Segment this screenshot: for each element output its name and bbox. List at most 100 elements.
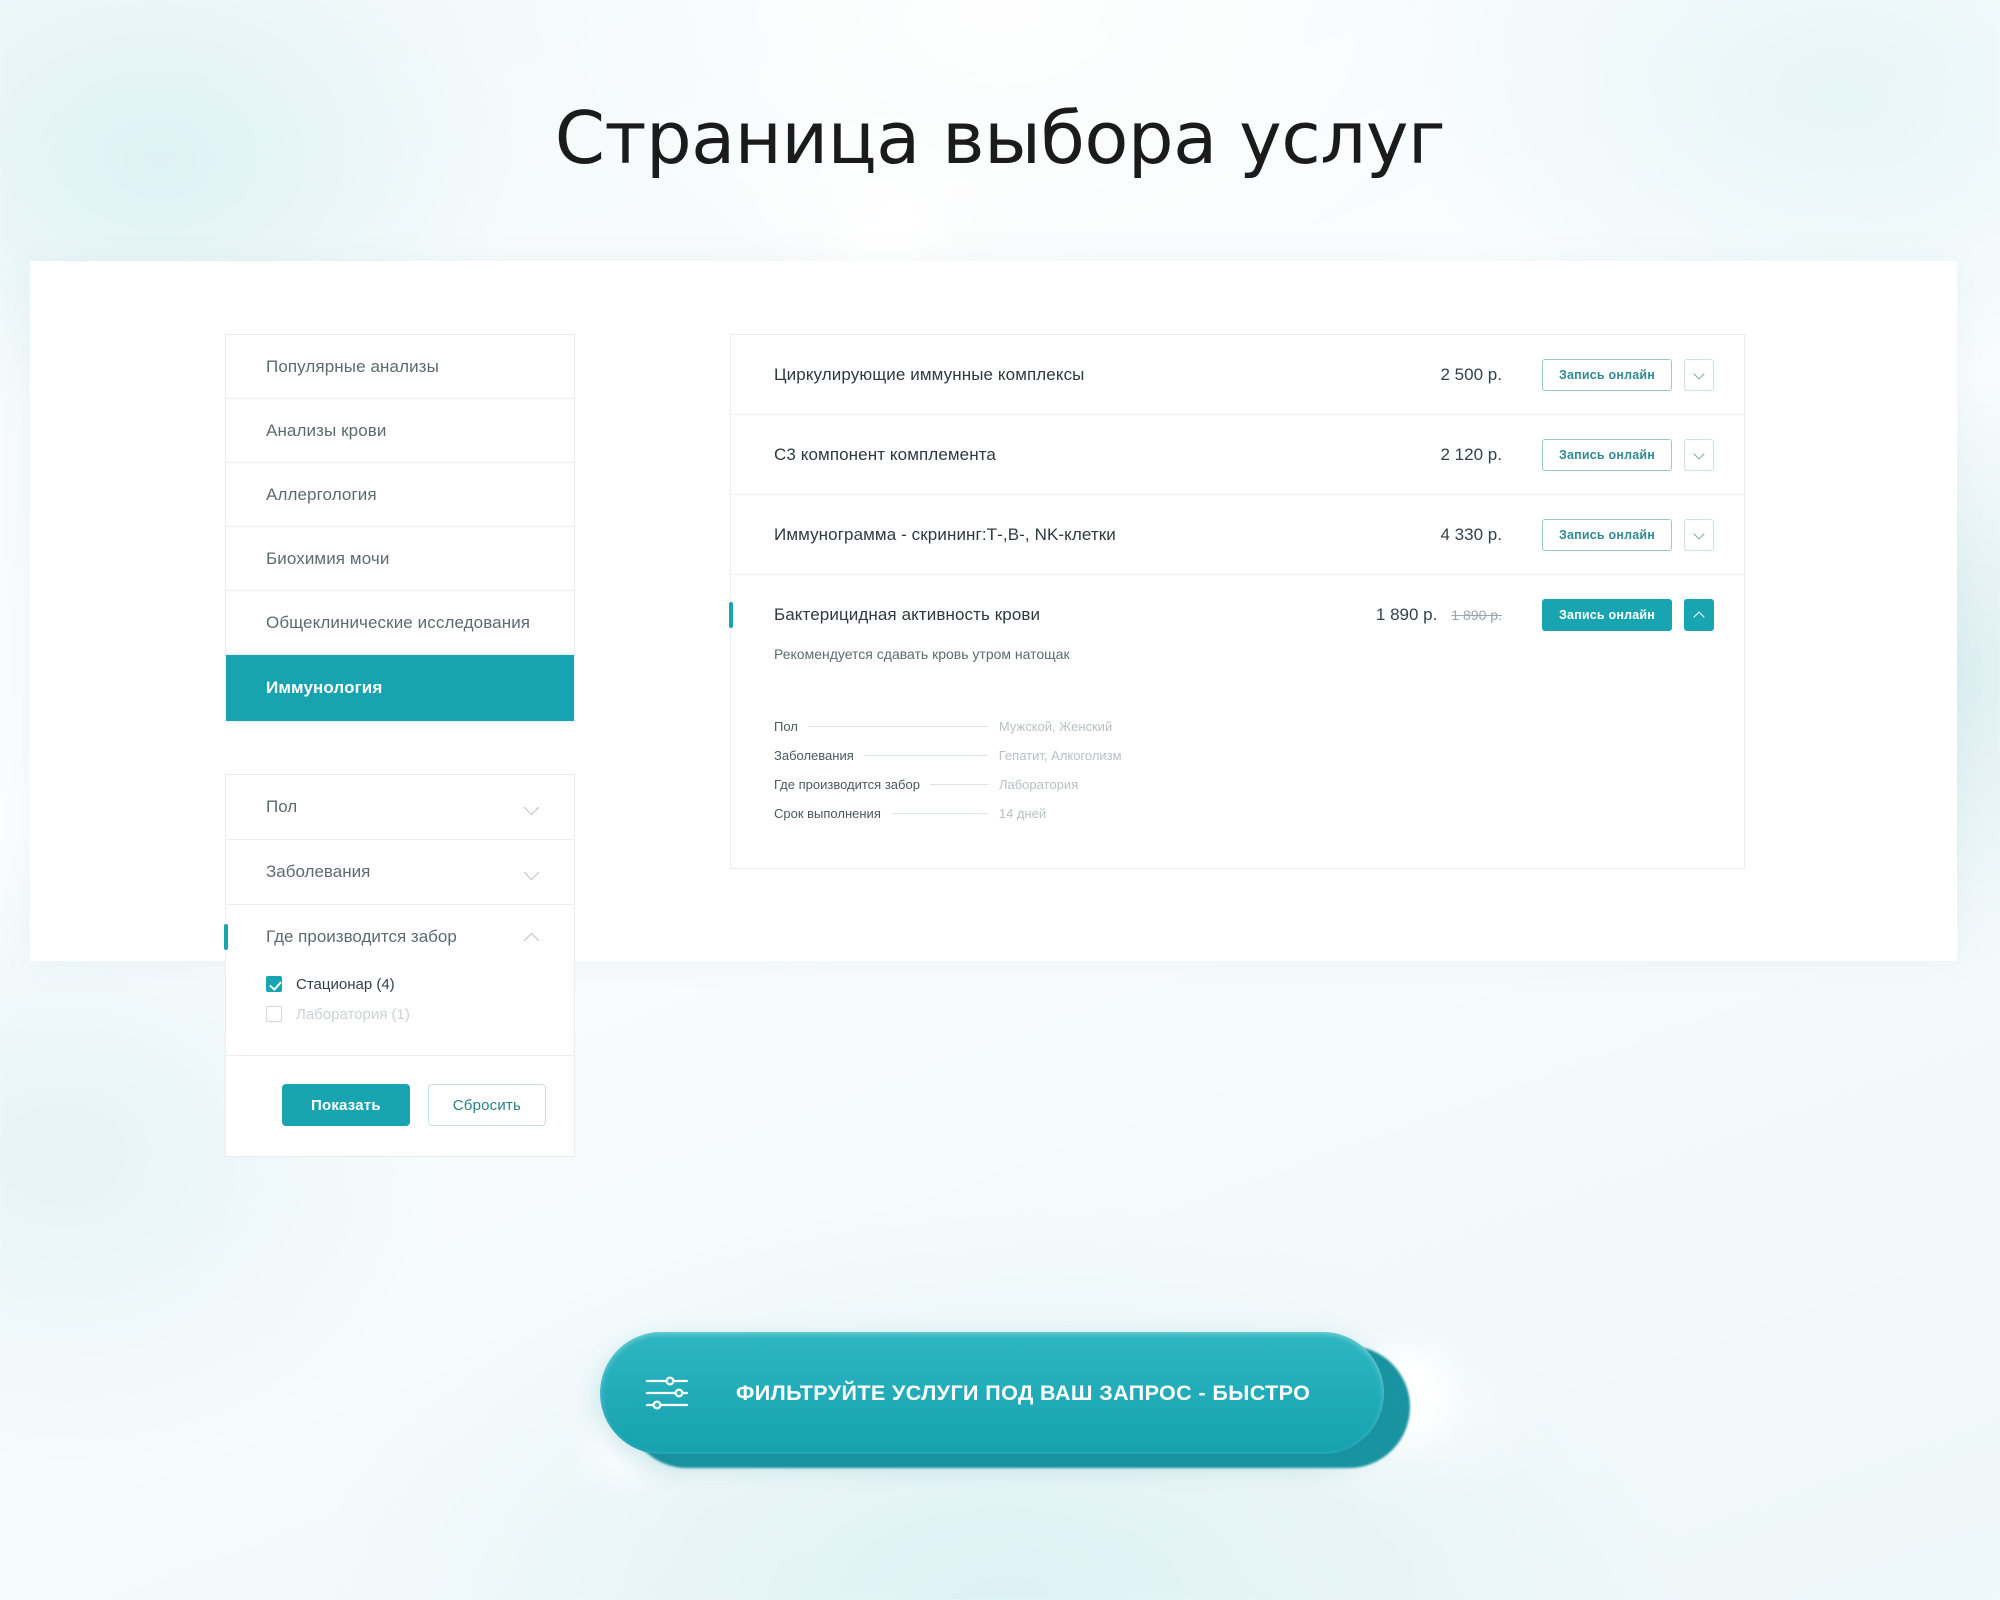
sidebar-item-4[interactable]: Биохимия мочи <box>226 527 574 591</box>
chevron-down-icon <box>1694 529 1705 540</box>
filter-option[interactable]: Стационар (4) <box>266 969 574 999</box>
service-price-group: 2 120 р. <box>1441 445 1502 465</box>
filter-group-1: Пол <box>226 775 574 840</box>
service-detail-row: Заболевания Гепатит, Алкоголизм <box>774 741 1701 770</box>
service-row-header: Бактерицидная активность крови 1 890 р. 1 … <box>731 575 1744 654</box>
book-online-button[interactable]: Запись онлайн <box>1541 518 1672 551</box>
service-note: Рекомендуется сдавать кровь утром натоща… <box>774 646 1070 662</box>
service-actions: Запись онлайн <box>1541 598 1714 631</box>
expand-service-button[interactable] <box>1684 438 1714 471</box>
filter-group-body: Стационар (4) Лаборатория (1) <box>226 969 574 1055</box>
filter-group-header[interactable]: Где производится забор <box>226 905 574 969</box>
expand-service-button[interactable] <box>1684 518 1714 551</box>
filter-group-header[interactable]: Пол <box>226 775 574 839</box>
service-row: C3 компонент комплемента 2 120 р. Запись о… <box>731 415 1744 495</box>
service-name: Бактерицидная активность крови <box>774 604 1041 624</box>
sliders-icon <box>644 1370 696 1416</box>
filter-panel: Пол Заболевания Где производится забор Стац… <box>224 774 575 1157</box>
service-row: Иммунограмма - скрининг:Т-,В-, NK-клетки… <box>731 495 1744 575</box>
service-price-old: 1 890 р. <box>1451 606 1502 623</box>
expand-service-button[interactable] <box>1684 358 1714 391</box>
chevron-down-icon <box>1694 369 1705 380</box>
sidebar-item-label: Общеклинические исследования <box>266 612 531 632</box>
service-detail-label: Заболевания <box>774 748 854 763</box>
service-details: Рекомендуется сдавать кровь утром натоща… <box>731 646 1744 868</box>
service-name: C3 компонент комплемента <box>774 444 996 464</box>
filter-group-header[interactable]: Заболевания <box>226 840 574 904</box>
book-online-button[interactable]: Запись онлайн <box>1541 358 1672 391</box>
sidebar-item-label: Аллергология <box>266 484 377 504</box>
filter-group-label: Пол <box>266 797 298 816</box>
banner-text: ФИЛЬТРУЙТЕ УСЛУГИ ПОД ВАШ ЗАПРОС - БЫСТР… <box>736 1380 1311 1405</box>
service-row-header: Циркулирующие иммунные комплексы 2 500 р.… <box>731 335 1744 414</box>
service-detail-leader <box>929 784 989 785</box>
service-price: 4 330 р. <box>1440 524 1502 544</box>
filter-actions: Показать Сбросить <box>226 1056 574 1156</box>
filter-promo-banner[interactable]: ФИЛЬТРУЙТЕ УСЛУГИ ПОД ВАШ ЗАПРОС - БЫСТР… <box>600 1332 1384 1454</box>
category-list: Популярные анализы Анализы крови Аллерголо… <box>225 334 575 722</box>
service-list: Циркулирующие иммунные комплексы 2 500 р.… <box>729 334 1745 869</box>
apply-filters-button[interactable]: Показать <box>282 1084 410 1126</box>
sidebar-item-3[interactable]: Аллергология <box>226 463 574 527</box>
service-price: 1 890 р. <box>1375 604 1438 624</box>
service-detail-label: Где производится забор <box>774 777 920 792</box>
page-title: Страница выбора услуг <box>554 96 1446 180</box>
service-detail-leader <box>890 813 989 814</box>
service-detail-value: Гепатит, Алкоголизм <box>998 748 1122 763</box>
sidebar-item-label: Популярные анализы <box>266 356 439 376</box>
service-actions: Запись онлайн <box>1541 518 1714 551</box>
sidebar-item-1[interactable]: Популярные анализы <box>226 335 574 399</box>
sidebar-item-5[interactable]: Общеклинические исследования <box>226 591 574 655</box>
service-detail-label: Срок выполнения <box>774 806 881 821</box>
service-detail-value: 14 дней <box>998 806 1047 821</box>
left-column: Популярные анализы Анализы крови Аллерголо… <box>224 334 575 1157</box>
sidebar-item-label: Биохимия мочи <box>266 548 390 568</box>
chevron-up-icon <box>1694 609 1705 620</box>
chevron-up-icon[interactable] <box>524 929 540 945</box>
sidebar-item-label: Иммунология <box>266 678 383 697</box>
book-online-button[interactable]: Запись онлайн <box>1541 598 1672 631</box>
service-row: Бактерицидная активность крови 1 890 р. 1 … <box>729 575 1744 868</box>
service-name: Иммунограмма - скрининг:Т-,В-, NK-клетки <box>774 524 1116 544</box>
filter-option-label: Лаборатория (1) <box>296 1005 410 1023</box>
sidebar-item-2[interactable]: Анализы крови <box>226 399 574 463</box>
service-detail-value: Мужской, Женский <box>998 719 1113 734</box>
filter-group-label: Заболевания <box>266 862 371 881</box>
sidebar-item-6[interactable]: Иммунология <box>226 655 574 721</box>
banner-wrapper: ФИЛЬТРУЙТЕ УСЛУГИ ПОД ВАШ ЗАПРОС - БЫСТР… <box>600 1332 1410 1468</box>
service-detail-leader <box>863 755 989 756</box>
service-detail-row: Срок выполнения 14 дней <box>774 799 1701 828</box>
service-detail-label: Пол <box>774 719 798 734</box>
service-price-group: 1 890 р. 1 890 р. <box>1376 605 1502 625</box>
filter-active-accent <box>224 924 228 950</box>
service-price-group: 4 330 р. <box>1441 525 1502 545</box>
sidebar-item-label: Анализы крови <box>266 420 387 440</box>
service-detail-row: Где производится забор Лаборатория <box>774 770 1701 799</box>
service-price: 2 120 р. <box>1440 444 1502 464</box>
service-name: Циркулирующие иммунные комплексы <box>774 364 1085 384</box>
chevron-down-icon <box>1694 449 1705 460</box>
filter-option[interactable]: Лаборатория (1) <box>266 999 574 1029</box>
book-online-button[interactable]: Запись онлайн <box>1541 438 1672 471</box>
chevron-down-icon[interactable] <box>524 799 540 815</box>
collapse-service-button[interactable] <box>1684 598 1714 631</box>
service-price: 2 500 р. <box>1440 364 1502 384</box>
filter-group-3: Где производится забор Стационар (4) Лабор… <box>224 905 574 1056</box>
service-price-group: 2 500 р. <box>1441 365 1502 385</box>
service-actions: Запись онлайн <box>1541 438 1714 471</box>
service-detail-leader <box>807 726 989 727</box>
service-row-header: Иммунограмма - скрининг:Т-,В-, NK-клетки… <box>731 495 1744 574</box>
checkbox-checked-icon[interactable] <box>266 976 282 992</box>
chevron-down-icon[interactable] <box>524 864 540 880</box>
reset-filters-button[interactable]: Сбросить <box>427 1084 547 1126</box>
checkbox-icon[interactable] <box>266 1006 282 1022</box>
service-detail-value: Лаборатория <box>998 777 1079 792</box>
filter-group-label: Где производится забор <box>266 927 457 946</box>
service-detail-row: Пол Мужской, Женский <box>774 712 1701 741</box>
service-row-header: C3 компонент комплемента 2 120 р. Запись о… <box>731 415 1744 494</box>
filter-group-2: Заболевания <box>226 840 574 905</box>
service-row: Циркулирующие иммунные комплексы 2 500 р.… <box>731 335 1744 415</box>
service-active-accent <box>729 602 733 628</box>
service-actions: Запись онлайн <box>1541 358 1714 391</box>
filter-option-label: Стационар (4) <box>296 975 395 993</box>
